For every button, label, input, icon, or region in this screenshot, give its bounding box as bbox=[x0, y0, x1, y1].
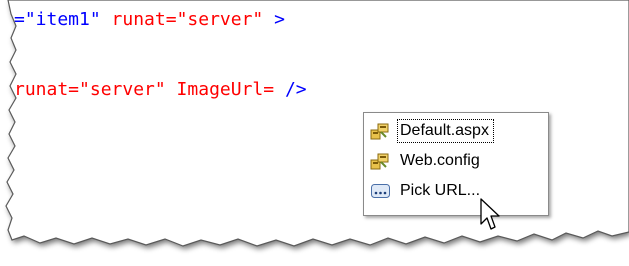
intellisense-item-label: Default.aspx bbox=[397, 119, 494, 143]
intellisense-item-label: Web.config bbox=[400, 152, 480, 169]
intellisense-item-default-aspx[interactable]: Default.aspx bbox=[368, 117, 544, 145]
intellisense-popup[interactable]: Default.aspx Web.config Pick URL... bbox=[363, 112, 549, 216]
ellipsis-icon bbox=[371, 184, 390, 198]
code-line-1[interactable]: ="item1" runat="server" > bbox=[14, 9, 285, 31]
runat-attribute: runat="server" bbox=[14, 79, 166, 100]
attribute-value-fragment: ="item1" bbox=[14, 9, 112, 30]
tag-close: > bbox=[263, 9, 285, 30]
intellisense-item-label: Pick URL... bbox=[400, 182, 481, 199]
screenshot-canvas: ="item1" runat="server" > runat="server"… bbox=[0, 0, 629, 266]
mouse-pointer-icon bbox=[480, 198, 500, 230]
intellisense-item-pick-url[interactable]: Pick URL... bbox=[368, 177, 544, 205]
project-file-icon bbox=[370, 123, 389, 140]
project-file-icon bbox=[370, 153, 389, 170]
tag-self-close: /> bbox=[284, 79, 307, 100]
intellisense-item-web-config[interactable]: Web.config bbox=[368, 147, 544, 175]
runat-attribute: runat="server" bbox=[111, 9, 264, 30]
code-line-2[interactable]: runat="server" ImageUrl= /> bbox=[14, 79, 307, 101]
imageurl-attribute: ImageUrl= bbox=[165, 79, 285, 100]
